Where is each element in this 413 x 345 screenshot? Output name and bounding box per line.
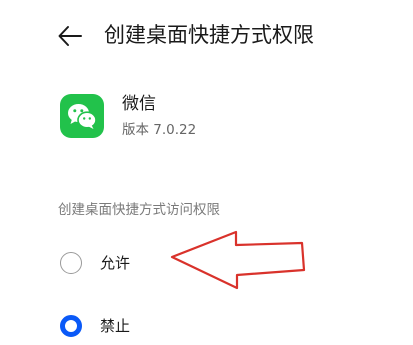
option-deny[interactable]: 禁止 [56,309,256,343]
allow-radio[interactable] [60,252,82,274]
deny-radio[interactable] [60,315,82,337]
header-bar: 创建桌面快捷方式权限 [0,0,413,72]
option-allow[interactable]: 允许 [56,246,256,280]
app-info: 微信 版本 7.0.22 [60,90,400,150]
option-allow-label: 允许 [100,254,131,272]
back-button[interactable] [56,22,84,50]
section-title: 创建桌面快捷方式访问权限 [58,202,220,218]
option-deny-label: 禁止 [100,317,131,335]
wechat-icon [60,94,104,138]
page-title: 创建桌面快捷方式权限 [104,23,314,47]
app-name: 微信 [122,94,156,114]
arrow-left-icon [58,26,82,46]
app-version: 版本 7.0.22 [122,122,197,138]
